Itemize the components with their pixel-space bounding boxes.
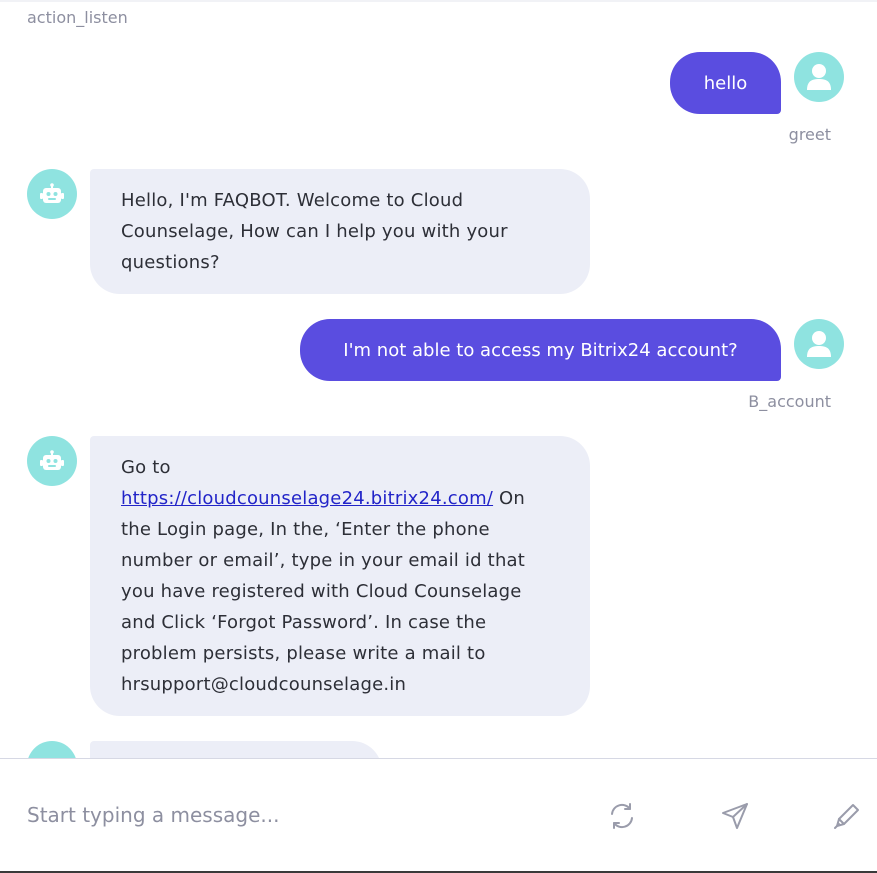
refresh-icon (611, 803, 633, 829)
message-composer (0, 758, 877, 871)
bot-message-prefix: Go to (121, 457, 171, 478)
pen-icon (834, 804, 859, 829)
intent-label-greet: greet (788, 125, 831, 144)
action-label: action_listen (27, 8, 128, 27)
send-button[interactable] (718, 799, 752, 833)
bot-avatar (27, 436, 77, 486)
bot-message-password-help: Go to https://cloudcounselage24.bitrix24… (90, 436, 590, 716)
user-avatar (794, 319, 844, 369)
user-icon (807, 64, 831, 90)
edit-button[interactable] (830, 799, 864, 833)
intent-label-b-account: B_account (748, 392, 831, 411)
user-message-bitrix-access: I'm not able to access my Bitrix24 accou… (300, 319, 781, 381)
robot-icon (40, 450, 64, 470)
bitrix-login-link[interactable]: https://cloudcounselage24.bitrix24.com/ (121, 488, 493, 509)
top-divider (0, 0, 877, 2)
message-input[interactable] (27, 795, 567, 835)
user-icon (807, 331, 831, 357)
robot-icon (40, 183, 64, 203)
user-avatar (794, 52, 844, 102)
restart-button[interactable] (605, 799, 639, 833)
bot-message-instructions: On the Login page, In the, ‘Enter the ph… (121, 488, 526, 695)
bot-avatar (27, 169, 77, 219)
bot-avatar-partial (27, 741, 77, 758)
send-icon (722, 803, 748, 829)
bot-message-welcome: Hello, I'm FAQBOT. Welcome to Cloud Coun… (90, 169, 590, 294)
chat-message-area[interactable]: action_listen hello greet Hello, I'm FAQ… (0, 0, 877, 758)
bot-message-partial (90, 741, 382, 758)
user-message-hello: hello (670, 52, 781, 114)
